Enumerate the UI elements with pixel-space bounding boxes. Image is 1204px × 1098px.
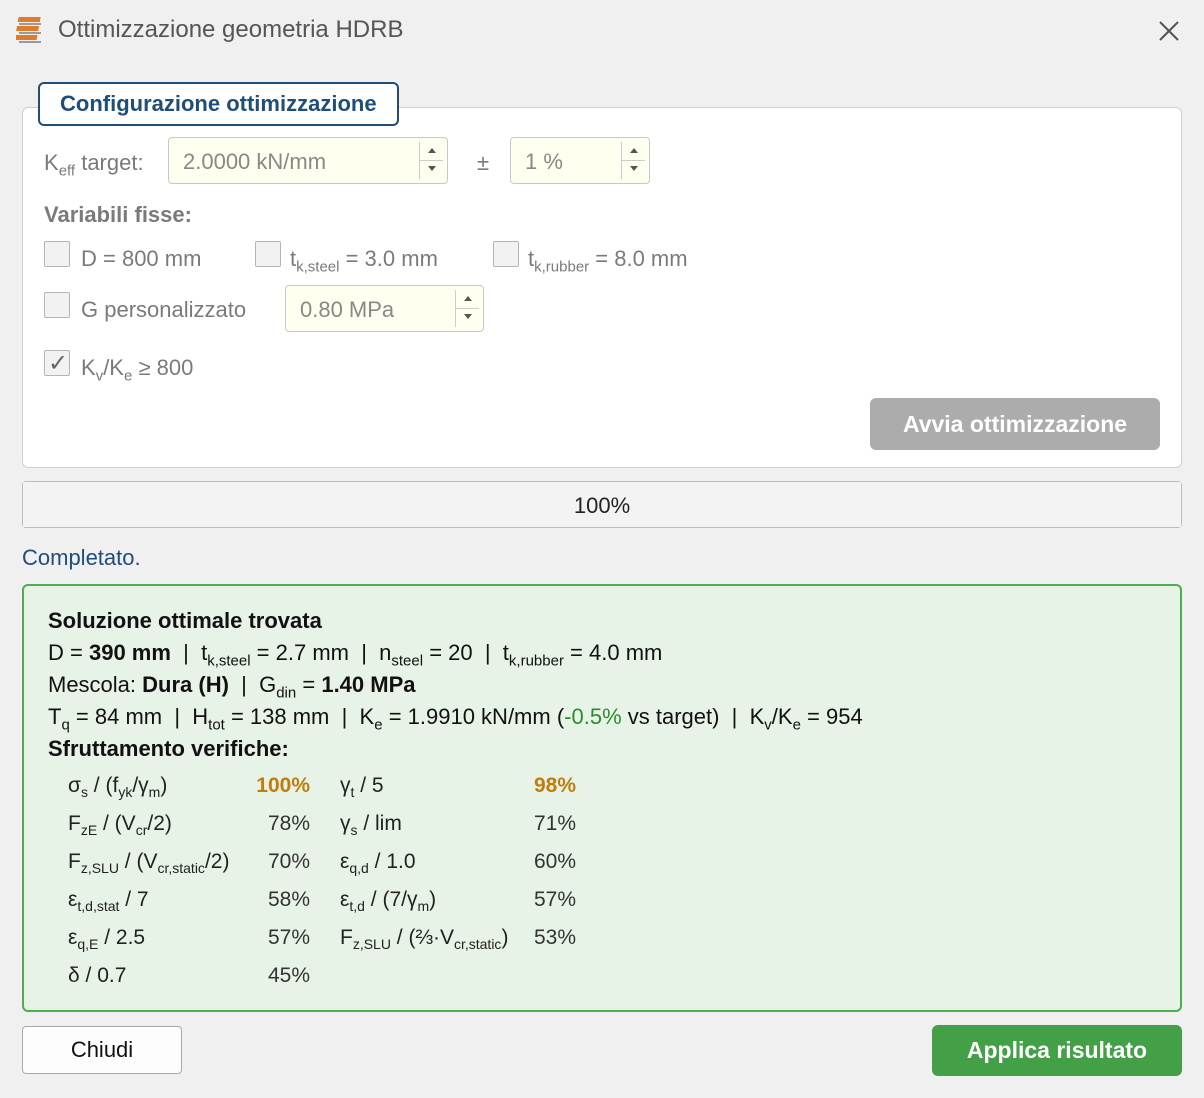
result-panel: Soluzione ottimale trovata D = 390 mm | … [22, 584, 1182, 1012]
run-optimization-button[interactable]: Avvia ottimizzazione [870, 398, 1160, 450]
util-value-fze: 78% [267, 812, 310, 835]
close-icon [1159, 21, 1179, 41]
keff-increment-button[interactable] [419, 142, 443, 161]
result-geometry-line: D = 390 mm | tk,steel = 2.7 mm | nsteel … [48, 640, 663, 670]
deviation-value: -0.5% [564, 704, 622, 729]
arrow-down-icon [630, 165, 638, 171]
util-value-delta: 45% [267, 964, 310, 987]
fix-trubber-checkbox[interactable] [493, 241, 519, 267]
fix-d-checkbox[interactable] [44, 241, 70, 267]
util-label-fze: FzE / (Vcr/2) [68, 812, 172, 839]
arrow-up-icon [464, 296, 472, 301]
kv-ke-checkbox[interactable]: ✓ [44, 350, 70, 377]
custom-g-value: 0.80 MPa [300, 297, 395, 322]
arrow-down-icon [428, 165, 436, 171]
util-label-eps-qe: εq,E / 2.5 [68, 926, 146, 953]
util-label-gamma-s: γs / lim [340, 812, 402, 839]
keff-target-spinbox[interactable]: 2.0000 kN/mm [168, 137, 448, 184]
status-text: Completato. [22, 545, 141, 570]
util-value-gamma-s: 71% [533, 812, 576, 835]
util-label-eps-td: εt,d / (7/γm) [340, 888, 437, 915]
util-value-gamma-t: 98% [533, 774, 576, 797]
tolerance-decrement-button[interactable] [621, 160, 645, 179]
util-value-stress: 100% [256, 774, 310, 797]
checkmark-icon: ✓ [48, 350, 69, 377]
apply-result-button[interactable]: Applica risultato [932, 1025, 1182, 1076]
util-value-eps-tdstat: 58% [267, 888, 310, 911]
tolerance-spinbox[interactable]: 1 % [510, 137, 650, 184]
close-button[interactable]: Chiudi [22, 1026, 182, 1074]
utilization-heading: Sfruttamento verifiche: [48, 736, 289, 761]
title-bar: Ottimizzazione geometria HDRB [0, 0, 1204, 60]
config-group-title: Configurazione ottimizzazione [38, 82, 399, 126]
window-title: Ottimizzazione geometria HDRB [58, 16, 404, 43]
arrow-up-icon [428, 148, 436, 153]
keff-decrement-button[interactable] [419, 160, 443, 179]
fix-tsteel-label: tk,steel = 3.0 mm [290, 246, 438, 276]
custom-g-increment-button[interactable] [455, 290, 479, 309]
util-label-fz-slu: Fz,SLU / (Vcr,static/2) [68, 850, 230, 877]
fixed-vars-label: Variabili fisse: [44, 202, 192, 227]
util-value-fz-slu-23: 53% [533, 926, 576, 949]
util-value-eps-qe: 57% [267, 926, 310, 949]
tolerance-increment-button[interactable] [621, 142, 645, 161]
util-label-gamma-t: γt / 5 [340, 774, 384, 801]
tolerance-symbol: ± [477, 150, 490, 175]
app-icon [16, 17, 41, 43]
custom-g-label: G personalizzato [81, 297, 247, 322]
util-label-fz-slu-23: Fz,SLU / (⅔·Vcr,static) [340, 926, 509, 953]
fix-d-label: D = 800 mm [81, 246, 202, 271]
util-value-eps-qd: 60% [533, 850, 576, 873]
custom-g-checkbox[interactable] [44, 292, 70, 318]
tolerance-value: 1 % [525, 149, 563, 174]
util-value-fz-slu: 70% [267, 850, 310, 873]
custom-g-spinbox[interactable]: 0.80 MPa [285, 285, 484, 332]
progress-text: 100% [573, 493, 631, 518]
result-mix-line: Mescola: Dura (H) | Gdin = 1.40 MPa [48, 672, 416, 702]
fix-trubber-label: tk,rubber = 8.0 mm [528, 246, 688, 276]
arrow-down-icon [464, 313, 472, 319]
close-window-button[interactable] [1148, 12, 1188, 48]
keff-target-value: 2.0000 kN/mm [183, 149, 327, 174]
util-label-delta: δ / 0.7 [68, 964, 127, 987]
custom-g-decrement-button[interactable] [455, 308, 479, 327]
util-label-eps-tdstat: εt,d,stat / 7 [68, 888, 149, 915]
util-value-eps-td: 57% [533, 888, 576, 911]
fix-tsteel-checkbox[interactable] [255, 241, 281, 267]
util-label-stress: σs / (fyk/γm) [68, 774, 168, 801]
arrow-up-icon [630, 148, 638, 153]
kv-ke-label: Kv/Ke ≥ 800 [81, 355, 194, 385]
result-heading: Soluzione ottimale trovata [48, 608, 322, 633]
progress-bar: 100% [22, 481, 1182, 528]
keff-label: Keff target: [44, 150, 144, 180]
util-label-eps-qd: εq,d / 1.0 [340, 850, 416, 877]
result-stiffness-line: Tq = 84 mm | Htot = 138 mm | Ke = 1.9910… [48, 704, 863, 734]
